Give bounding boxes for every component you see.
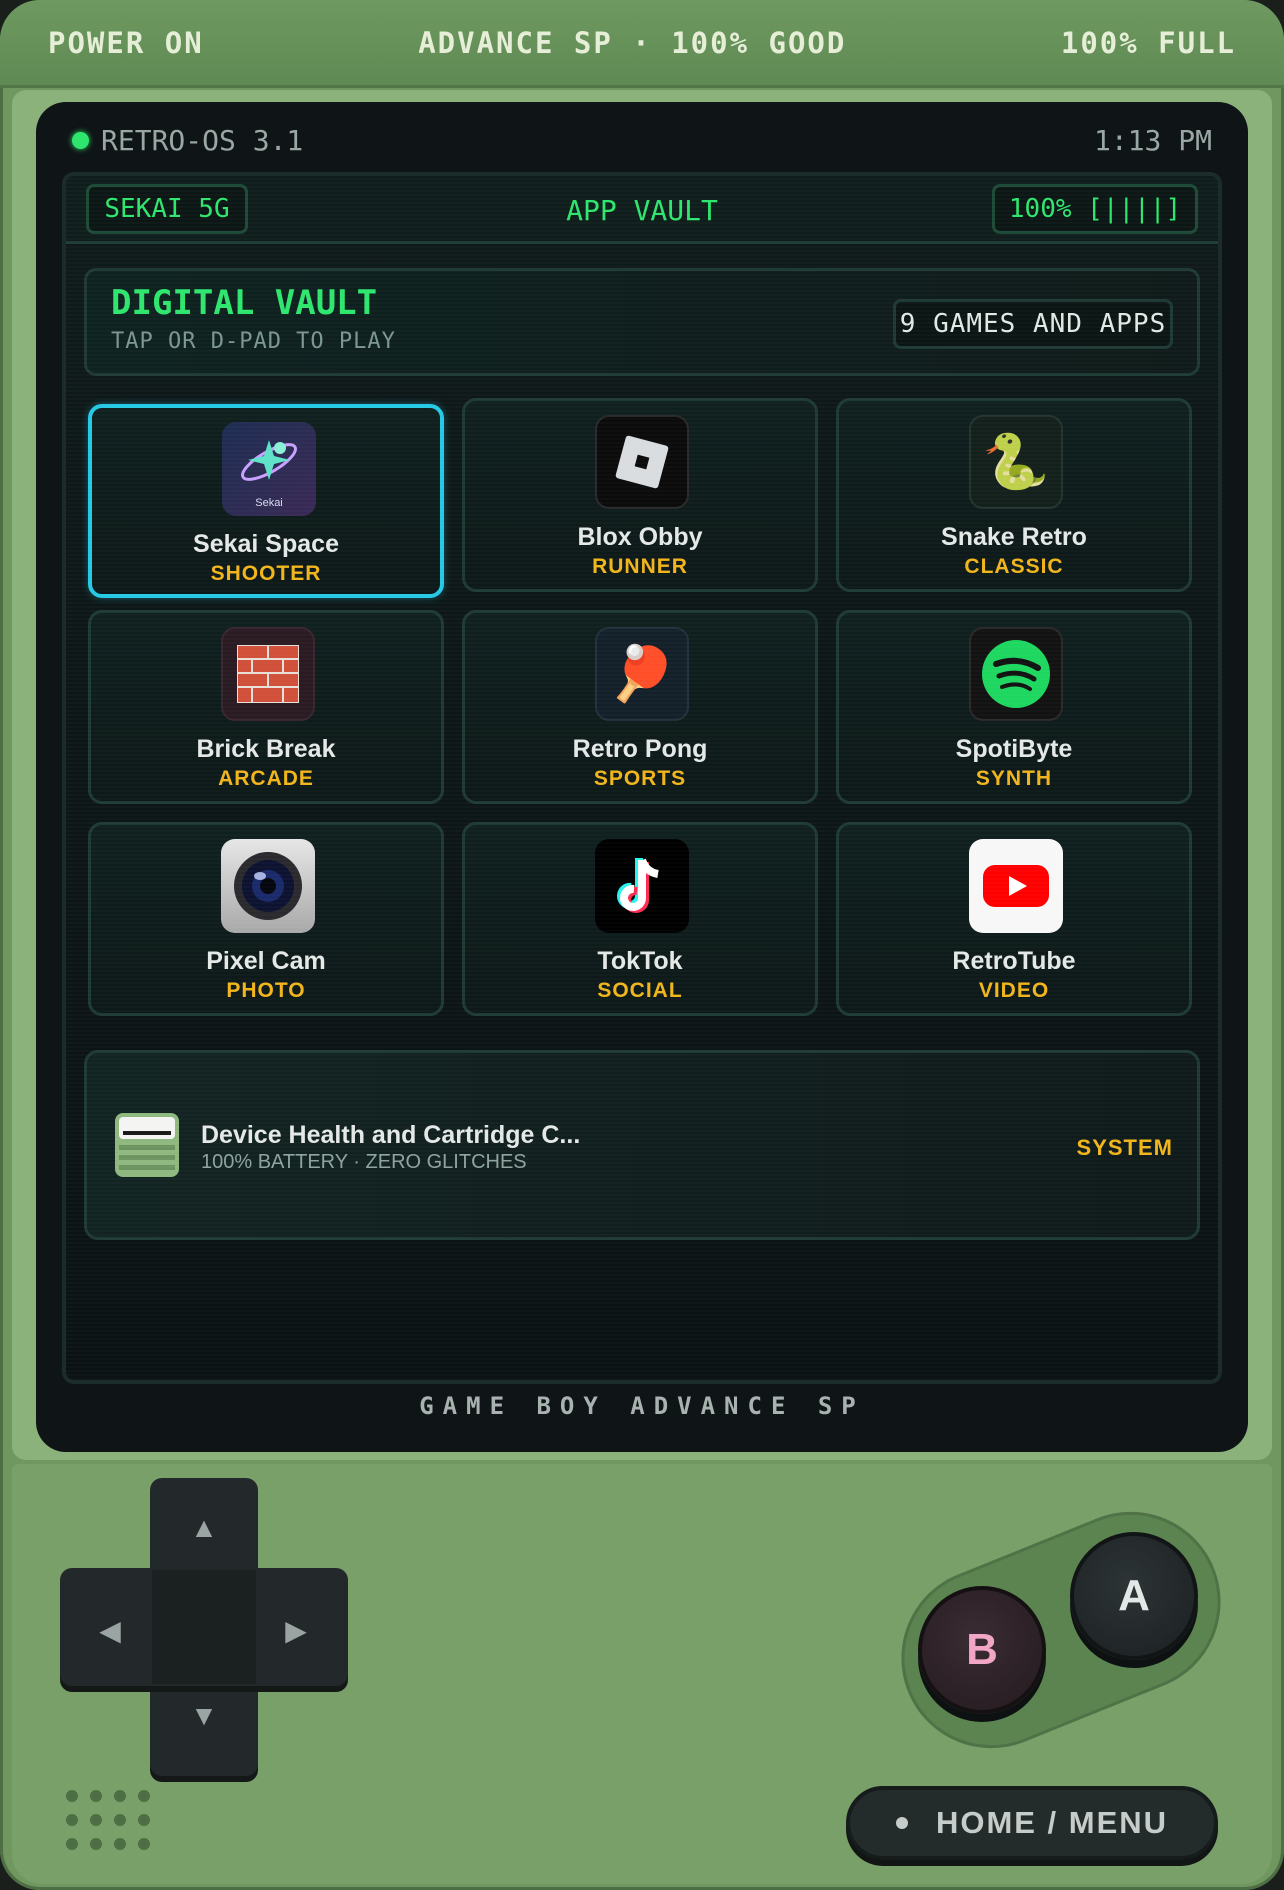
screen-bezel: RETRO-OS 3.1 1:13 PM SEKAI 5G APP VAULT … xyxy=(36,102,1248,1452)
device-brand-label: GAME BOY ADVANCE SP xyxy=(419,1392,865,1420)
brick-icon xyxy=(221,627,315,721)
b-button[interactable]: B xyxy=(918,1586,1046,1714)
app-tile-retro-pong[interactable]: 🏓 Retro Pong SPORTS xyxy=(462,610,818,804)
svg-text:Sekai: Sekai xyxy=(255,497,283,509)
app-name: Snake Retro xyxy=(941,523,1087,551)
system-card-subtitle: 100% BATTERY · ZERO GLITCHES xyxy=(201,1151,527,1173)
clock: 1:13 PM xyxy=(1093,123,1212,157)
app-name: Sekai Space xyxy=(193,530,339,558)
app-tile-brick-break[interactable]: Brick Break ARCADE xyxy=(88,610,444,804)
spotify-icon xyxy=(969,627,1063,721)
system-health-card[interactable]: Device Health and Cartridge C... 100% BA… xyxy=(84,1050,1200,1240)
app-count-badge: 9 GAMES AND APPS xyxy=(893,299,1173,349)
dpad-right-button[interactable]: ▶ xyxy=(256,1580,336,1680)
home-dot-icon xyxy=(895,1817,908,1829)
speaker-grille-icon xyxy=(66,1790,166,1860)
youtube-play-icon xyxy=(969,839,1063,933)
dpad-up-button[interactable]: ▲ xyxy=(150,1488,258,1568)
system-tag: SYSTEM xyxy=(1076,1135,1173,1160)
app-tile-retrotube[interactable]: RetroTube VIDEO xyxy=(836,822,1192,1016)
app-name: Blox Obby xyxy=(577,523,703,551)
snake-icon: 🐍 xyxy=(969,415,1063,509)
vault-banner: DIGITAL VAULT TAP OR D-PAD TO PLAY 9 GAM… xyxy=(84,268,1200,376)
power-led-icon xyxy=(72,131,89,149)
app-category: SHOOTER xyxy=(210,562,322,585)
os-name: RETRO-OS 3.1 xyxy=(101,123,304,157)
battery-chip: 100% [||||] xyxy=(992,184,1198,234)
app-header: SEKAI 5G APP VAULT 100% [||||] xyxy=(66,176,1218,244)
blox-obby-icon xyxy=(595,415,689,509)
app-screen: SEKAI 5G APP VAULT 100% [||||] DIGITAL V… xyxy=(62,172,1222,1384)
app-tile-toktok[interactable]: TokTok SOCIAL xyxy=(462,822,818,1016)
home-menu-label: HOME / MENU xyxy=(935,1805,1169,1840)
app-name: Pixel Cam xyxy=(206,947,326,975)
vault-title: DIGITAL VAULT xyxy=(111,283,378,323)
app-category: PHOTO xyxy=(226,979,306,1002)
app-category: SPORTS xyxy=(593,767,687,790)
app-category: SYNTH xyxy=(975,767,1053,790)
dpad-down-button[interactable]: ▼ xyxy=(150,1676,258,1756)
app-name: SpotiByte xyxy=(955,735,1073,763)
app-category: RUNNER xyxy=(592,555,688,578)
system-card-title: Device Health and Cartridge C... xyxy=(201,1121,581,1149)
app-category: CLASSIC xyxy=(964,555,1064,578)
app-tile-snake-retro[interactable]: 🐍 Snake Retro CLASSIC xyxy=(836,398,1192,592)
app-tile-pixel-cam[interactable]: Pixel Cam PHOTO xyxy=(88,822,444,1016)
app-tile-spotibyte[interactable]: SpotiByte SYNTH xyxy=(836,610,1192,804)
dpad-center xyxy=(152,1570,256,1684)
app-category: VIDEO xyxy=(978,979,1050,1002)
sekai-space-icon: Sekai xyxy=(222,422,316,516)
app-category: ARCADE xyxy=(218,767,314,790)
app-category: SOCIAL xyxy=(597,979,683,1002)
ping-pong-icon: 🏓 xyxy=(595,627,689,721)
app-name: RetroTube xyxy=(952,947,1076,975)
app-name: TokTok xyxy=(597,947,683,975)
app-tile-blox-obby[interactable]: Blox Obby RUNNER xyxy=(462,398,818,592)
a-button[interactable]: A xyxy=(1070,1532,1198,1660)
dpad-left-button[interactable]: ◀ xyxy=(70,1580,150,1680)
home-menu-button[interactable]: HOME / MENU xyxy=(846,1786,1218,1860)
app-grid: Sekai Sekai Space SHOOTER Blox Obby RUNN… xyxy=(88,398,1200,1024)
cartridge-icon xyxy=(113,1111,181,1179)
handheld-device: POWER ON ADVANCE SP · 100% GOOD 100% FUL… xyxy=(0,0,1284,1890)
camera-lens-icon xyxy=(221,839,315,933)
device-model-status: ADVANCE SP · 100% GOOD xyxy=(418,25,847,60)
app-name: Brick Break xyxy=(196,735,336,763)
device-top-bar: POWER ON ADVANCE SP · 100% GOOD 100% FUL… xyxy=(0,0,1284,88)
app-name: Retro Pong xyxy=(572,735,708,763)
power-status: POWER ON xyxy=(48,25,204,60)
battery-status: 100% FULL xyxy=(1060,25,1236,60)
os-status-bar: RETRO-OS 3.1 1:13 PM xyxy=(72,120,1212,160)
vault-subtitle: TAP OR D-PAD TO PLAY xyxy=(111,329,396,354)
app-tile-sekai-space[interactable]: Sekai Sekai Space SHOOTER xyxy=(88,404,444,598)
tiktok-icon xyxy=(595,839,689,933)
